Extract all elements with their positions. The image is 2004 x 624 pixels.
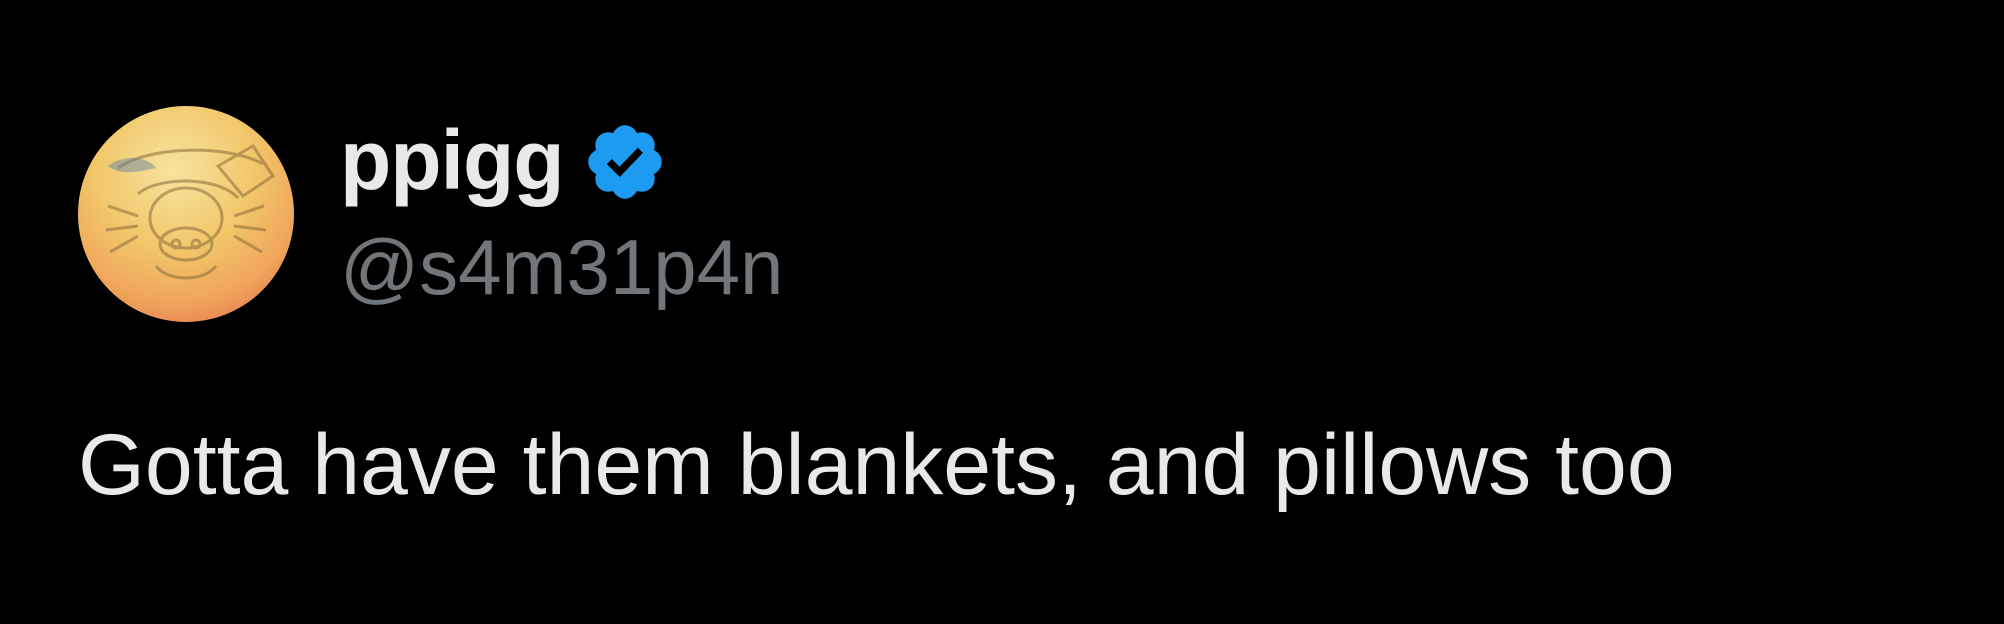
tweet-text: Gotta have them blankets, and pillows to… — [78, 417, 1675, 513]
verified-badge-icon[interactable] — [582, 119, 668, 205]
pig-drawing-icon — [105, 144, 276, 280]
author-name-row: ppigg — [340, 112, 668, 208]
author-handle[interactable]: @s4m31p4n — [340, 228, 783, 306]
author-display-name[interactable]: ppigg — [340, 118, 565, 202]
author-avatar[interactable] — [78, 106, 294, 322]
tweet-card: ppigg @s4m31p4n Gotta have them blankets… — [0, 0, 2004, 624]
